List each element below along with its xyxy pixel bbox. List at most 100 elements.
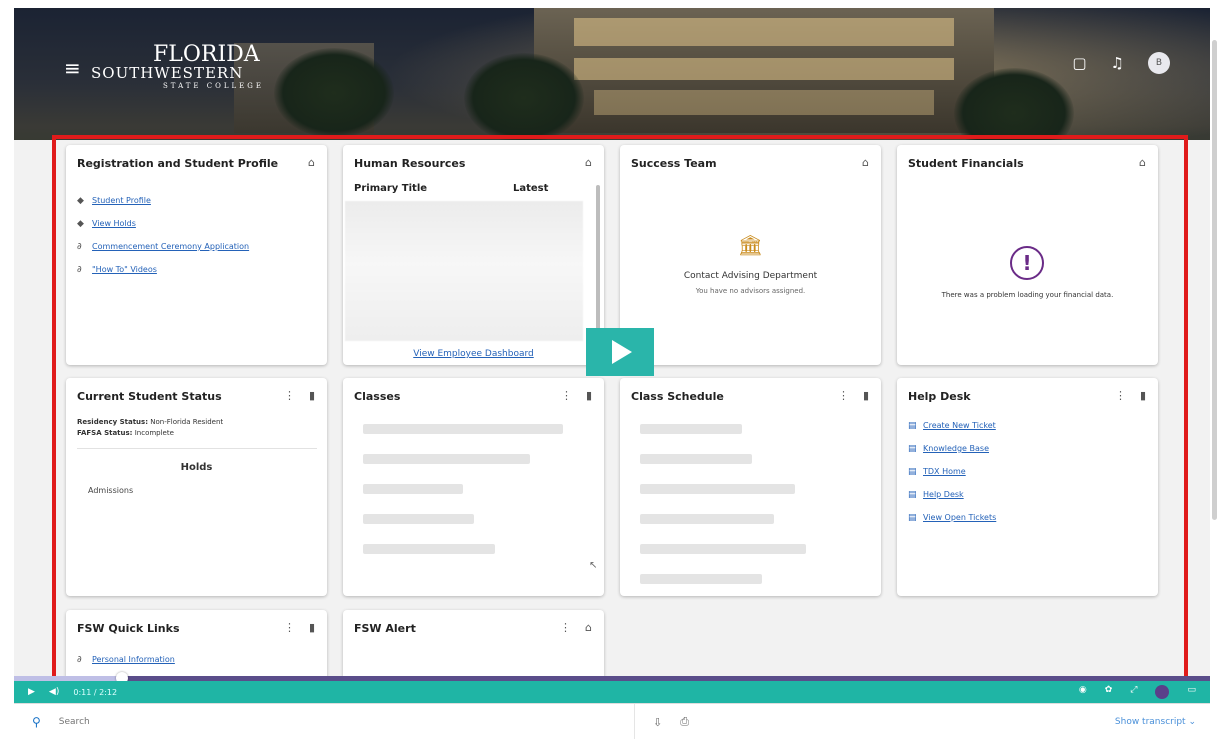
card-scrollbar[interactable] [596,185,600,335]
play-icon[interactable]: ▶ [28,687,35,697]
hr-footer: View Employee Dashboard [343,349,604,359]
list-item: ▤ TDX Home [908,460,996,483]
list-item: ∂ "How To" Videos [77,258,249,281]
blurred-content [345,201,583,341]
transcript-tools: ⇩ ⎙ [634,704,689,739]
link-icon: ∂ [77,264,82,275]
captions-icon[interactable]: ◉ [1079,685,1087,699]
more-icon[interactable]: ⋮ [560,621,571,634]
personal-information-link[interactable]: Personal Information [92,655,175,664]
card-title: FSW Alert [354,622,416,635]
fafsa-label: FAFSA Status: [77,429,133,437]
volume-icon[interactable]: ◀) [49,687,59,697]
avatar[interactable]: B [1148,52,1170,74]
card-success-team: Success Team ⌂ 🏛 Contact Advising Depart… [620,145,881,365]
card-actions: ⋮ ⌂ [560,621,592,634]
search-icon[interactable]: ⚲ [32,715,41,729]
how-to-videos-link[interactable]: "How To" Videos [92,265,157,274]
menu-icon[interactable]: ≡ [64,56,81,80]
more-icon[interactable]: ⋮ [284,621,295,634]
financials-error-message: There was a problem loading your financi… [941,291,1114,299]
bookmark-icon[interactable]: ▮ [586,389,592,402]
card-actions: ⌂ [1139,156,1146,169]
holds-heading: Holds [180,462,213,473]
create-ticket-link[interactable]: Create New Ticket [923,421,996,430]
commencement-link[interactable]: Commencement Ceremony Application [92,242,249,251]
print-icon[interactable]: ⎙ [680,715,689,729]
card-human-resources: Human Resources ⌂ Primary Title Latest V… [343,145,604,365]
lock-icon[interactable]: ⌂ [585,621,592,634]
show-transcript-button[interactable]: Show transcript ⌄ [1115,717,1196,727]
lock-icon[interactable]: ⌂ [308,156,315,169]
column-header: Primary Title [354,183,428,194]
fullscreen-icon[interactable]: ⤢ [1130,685,1137,699]
loading-placeholder [640,424,742,434]
more-icon[interactable]: ⋮ [284,389,295,402]
calendar-icon[interactable]: ▢ [1072,54,1086,72]
card-registration: Registration and Student Profile ⌂ ◆ Stud… [66,145,327,365]
card-student-financials: Student Financials ⌂ ! There was a probl… [897,145,1158,365]
card-title: Classes [354,390,401,403]
list-item: ▤ Create New Ticket [908,414,996,437]
gear-icon[interactable]: ✿ [1105,685,1113,699]
student-profile-link[interactable]: Student Profile [92,196,151,205]
card-title: Student Financials [908,157,1024,170]
shield-icon: ◆ [77,218,84,229]
loading-placeholder [640,574,762,584]
logo-line-2: SOUTHWESTERN [91,64,244,82]
play-video-button[interactable] [586,328,654,376]
card-actions: ⋮ ▮ [1115,389,1146,402]
help-desk-link[interactable]: Help Desk [923,490,964,499]
fafsa-value: Incomplete [134,429,174,437]
loading-placeholder [363,514,474,524]
card-actions: ⋮ ▮ [284,389,315,402]
card-actions: ⌂ [585,156,592,169]
bell-icon[interactable]: ♫ [1111,54,1124,72]
more-icon[interactable]: ⋮ [838,389,849,402]
page-scrollbar[interactable] [1212,40,1217,520]
cursor-icon: ↖ [589,560,598,571]
loading-placeholder [363,484,463,494]
hold-item: Admissions [88,486,134,495]
card-actions: ⌂ [308,156,315,169]
quick-links-list: ∂ Personal Information [77,648,175,671]
bookmark-icon[interactable]: ▮ [309,389,315,402]
card-quick-links: FSW Quick Links ⋮ ▮ ∂ Personal Information [66,610,327,680]
card-current-student-status: Current Student Status ⋮ ▮ Residency Stat… [66,378,327,596]
view-holds-link[interactable]: View Holds [92,219,136,228]
list-item: ▤ View Open Tickets [908,506,996,529]
download-icon[interactable]: ⇩ [653,716,662,729]
bookmark-icon[interactable]: ▮ [863,389,869,402]
tdx-home-link[interactable]: TDX Home [923,467,966,476]
card-actions: ⋮ ▮ [838,389,869,402]
chat-icon[interactable]: ▭ [1187,685,1196,699]
shield-icon[interactable] [1155,685,1170,699]
residency-value: Non-Florida Resident [150,418,224,426]
bookmark-icon[interactable]: ▮ [309,621,315,634]
lock-icon[interactable]: ⌂ [585,156,592,169]
open-tickets-link[interactable]: View Open Tickets [923,513,996,522]
ticket-icon: ▤ [908,466,917,477]
loading-placeholder [640,544,806,554]
ticket-icon: ▤ [908,512,917,523]
link-icon: ∂ [77,654,82,665]
more-icon[interactable]: ⋮ [1115,389,1126,402]
top-bar: ≡ FLORIDA SOUTHWESTERN STATE COLLEGE ▢ ♫… [14,8,1210,113]
college-logo[interactable]: FLORIDA SOUTHWESTERN STATE COLLEGE [91,44,264,90]
card-classes: Classes ⋮ ▮ ↖ [343,378,604,596]
logo-line-3: STATE COLLEGE [163,82,264,90]
search-input[interactable] [58,716,579,727]
lock-icon[interactable]: ⌂ [1139,156,1146,169]
shield-icon: ◆ [77,195,84,206]
more-icon[interactable]: ⋮ [561,389,572,402]
bookmark-icon[interactable]: ▮ [1140,389,1146,402]
help-desk-links: ▤ Create New Ticket ▤ Knowledge Base ▤ TDX … [908,414,996,529]
card-actions: ⌂ [862,156,869,169]
top-icons: ▢ ♫ B [1072,52,1170,74]
lock-icon[interactable]: ⌂ [862,156,869,169]
residency-label: Residency Status: [77,418,149,426]
list-item: ∂ Commencement Ceremony Application [77,235,249,258]
loading-placeholder [363,544,495,554]
knowledge-base-link[interactable]: Knowledge Base [923,444,989,453]
view-employee-dashboard-link[interactable]: View Employee Dashboard [413,349,533,359]
